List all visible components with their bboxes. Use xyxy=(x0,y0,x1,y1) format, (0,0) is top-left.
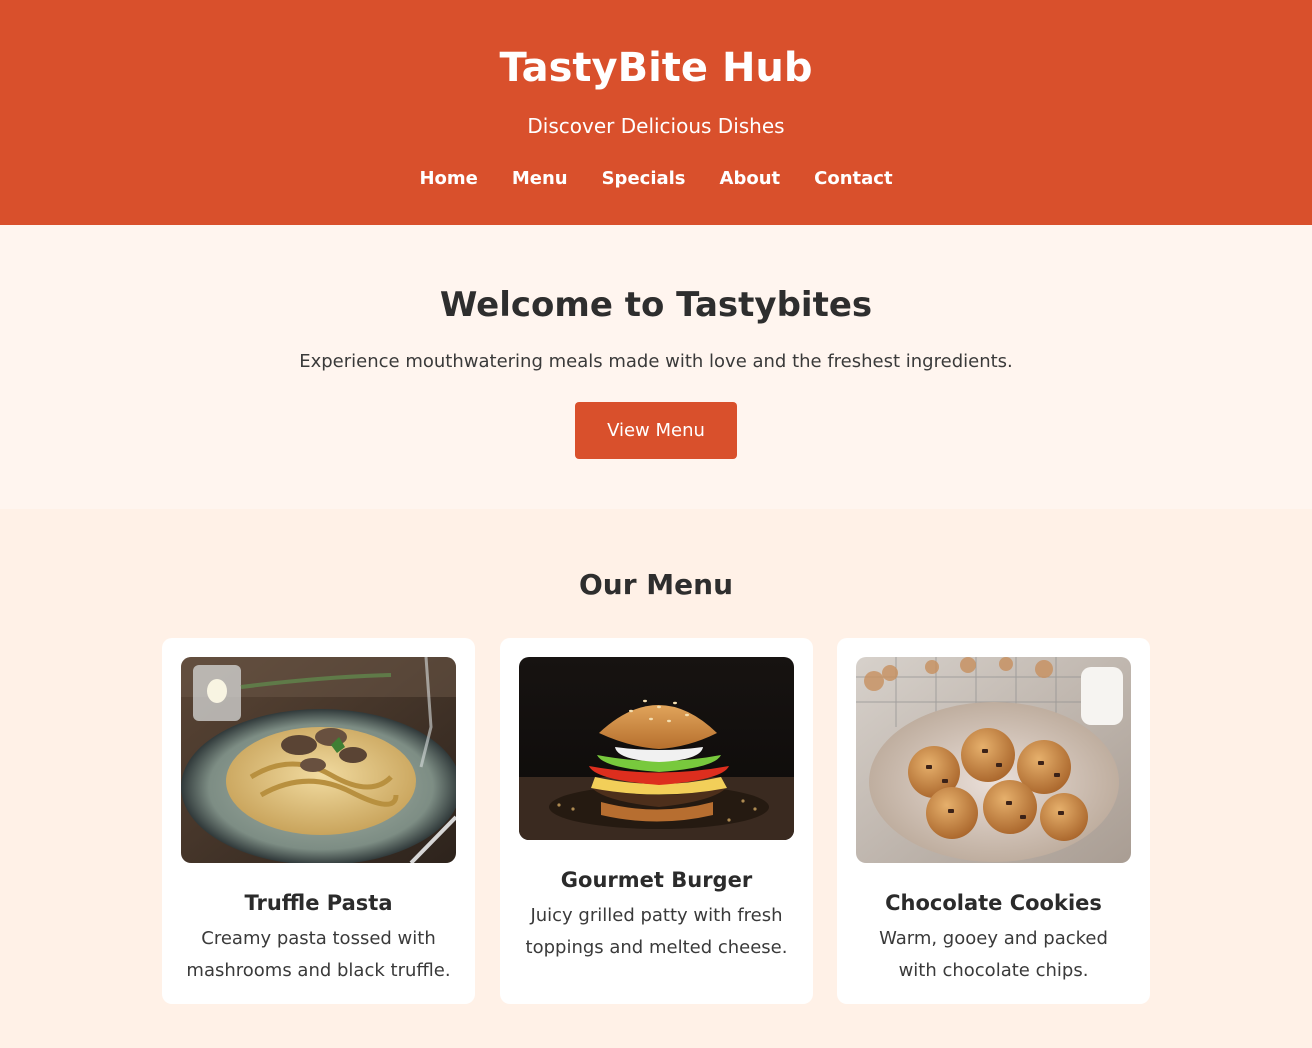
hero-section: Welcome to Tastybites Experience mouthwa… xyxy=(0,225,1312,509)
truffle-pasta-image xyxy=(181,657,456,863)
menu-title: Our Menu xyxy=(578,568,733,601)
menu-card-chocolate-cookies: Chocolate Cookies Warm, gooey and packed… xyxy=(837,638,1150,1004)
chocolate-cookies-image xyxy=(856,657,1131,863)
nav-contact[interactable]: Contact xyxy=(814,164,892,194)
nav-menu[interactable]: Menu xyxy=(512,164,568,194)
nav-specials[interactable]: Specials xyxy=(602,164,686,194)
menu-section: Our Menu Truffle Pasta Creamy pasta toss… xyxy=(0,509,1312,1048)
menu-item-name: Gourmet Burger xyxy=(560,868,753,892)
nav-about[interactable]: About xyxy=(720,164,781,194)
menu-item-description: Juicy grilled patty with fresh toppings … xyxy=(525,905,788,958)
menu-card-truffle-pasta: Truffle Pasta Creamy pasta tossed with m… xyxy=(162,638,475,1004)
menu-item-name: Chocolate Cookies xyxy=(885,891,1102,915)
gourmet-burger-image xyxy=(519,657,794,840)
menu-item-description: Warm, gooey and packed with chocolate ch… xyxy=(879,928,1108,981)
site-header: TastyBite Hub Discover Delicious Dishes … xyxy=(0,0,1312,225)
hero-text: Experience mouthwatering meals made with… xyxy=(299,351,1013,372)
main-nav: Home Menu Specials About Contact xyxy=(0,164,1312,194)
menu-item-description: Creamy pasta tossed with mashrooms and b… xyxy=(186,928,451,981)
brand-tagline: Discover Delicious Dishes xyxy=(527,114,785,138)
hero-title: Welcome to Tastybites xyxy=(439,285,873,325)
nav-home[interactable]: Home xyxy=(419,164,477,194)
menu-card-gourmet-burger: Gourmet Burger Juicy grilled patty with … xyxy=(500,638,813,1004)
view-menu-button[interactable]: View Menu xyxy=(575,402,737,459)
menu-item-name: Truffle Pasta xyxy=(244,891,393,915)
brand-title: TastyBite Hub xyxy=(499,45,813,91)
